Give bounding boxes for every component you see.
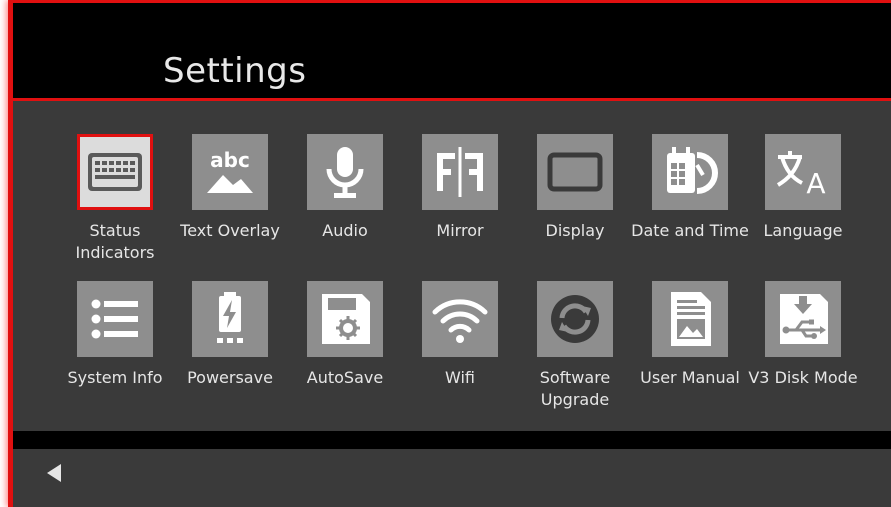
tile-label: Date and Time bbox=[631, 221, 749, 240]
refresh-icon bbox=[537, 281, 613, 357]
tile-label: Software Upgrade bbox=[539, 368, 611, 409]
text-overlay-icon: abc bbox=[192, 134, 268, 210]
battery-icon bbox=[192, 281, 268, 357]
svg-text:A: A bbox=[806, 167, 825, 200]
mirror-icon bbox=[422, 134, 498, 210]
settings-screen: Settings Status Indicators abc Text Over… bbox=[8, 0, 891, 507]
settings-grid: Status Indicators abc Text Overlay Audio… bbox=[13, 101, 891, 431]
tile-label: System Info bbox=[67, 368, 163, 387]
tile-label: Mirror bbox=[436, 221, 484, 240]
document-icon bbox=[652, 281, 728, 357]
page-title: Settings bbox=[163, 51, 307, 91]
tile-label: Wifi bbox=[445, 368, 475, 387]
wifi-icon bbox=[422, 281, 498, 357]
header-bar: Settings bbox=[13, 0, 891, 101]
floppy-gear-icon bbox=[307, 281, 383, 357]
microphone-icon bbox=[307, 134, 383, 210]
translate-icon: A bbox=[765, 134, 841, 210]
footer-bar bbox=[13, 449, 891, 507]
tile-label: Status Indicators bbox=[75, 221, 155, 262]
footer-divider bbox=[13, 431, 891, 449]
display-icon bbox=[537, 134, 613, 210]
tile-label: V3 Disk Mode bbox=[748, 368, 858, 387]
keyboard-icon bbox=[77, 134, 153, 210]
usb-disk-icon bbox=[765, 281, 841, 357]
calendar-clock-icon bbox=[652, 134, 728, 210]
tile-label: Audio bbox=[322, 221, 368, 240]
tile-label: Powersave bbox=[187, 368, 273, 387]
tile-label: User Manual bbox=[640, 368, 740, 387]
tile-label: Language bbox=[763, 221, 843, 240]
svg-text:abc: abc bbox=[210, 148, 250, 172]
tile-label: Text Overlay bbox=[180, 221, 280, 240]
list-icon bbox=[77, 281, 153, 357]
tile-label: Display bbox=[545, 221, 605, 240]
tile-label: AutoSave bbox=[306, 368, 384, 387]
back-arrow-icon[interactable] bbox=[45, 463, 63, 483]
